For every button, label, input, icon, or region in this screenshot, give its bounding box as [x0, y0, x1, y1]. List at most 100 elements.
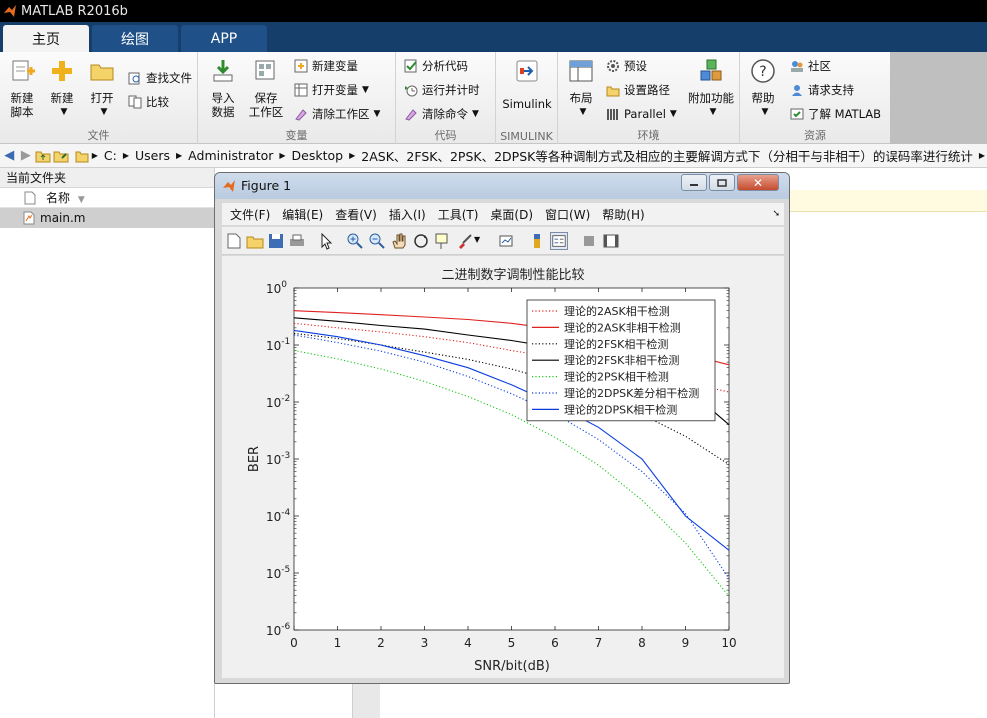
close-button[interactable]: ✕ — [737, 174, 779, 191]
parallel-dropdown-icon[interactable]: ▼ — [670, 109, 677, 119]
breadcrumb-current-folder[interactable]: 2ASK、2FSK、2PSK、2DPSK等各种调制方式及相应的主要解调方式下（分… — [361, 146, 973, 165]
request-support-label: 请求支持 — [808, 83, 854, 97]
find-files-label: 查找文件 — [146, 71, 192, 85]
open-button[interactable]: 打开 ▼ — [86, 58, 118, 119]
menu-tools[interactable]: 工具(T) — [438, 206, 479, 223]
open-variable-icon — [294, 83, 308, 97]
forward-arrow-icon[interactable]: ▶ — [19, 147, 34, 165]
x-tick-label: 10 — [721, 636, 736, 650]
brush-icon[interactable] — [456, 232, 474, 250]
parallel-icon — [607, 109, 618, 120]
clear-commands-dropdown-icon[interactable]: ▼ — [472, 109, 479, 119]
menu-view[interactable]: 查看(V) — [335, 206, 377, 223]
x-tick-label: 9 — [682, 636, 690, 650]
import-data-button[interactable]: 导入 数据 — [206, 58, 240, 119]
clear-commands-button[interactable]: 清除命令 ▼ — [404, 104, 479, 124]
layout-button[interactable]: 布局 ▼ — [566, 58, 596, 119]
show-plot-tools-icon[interactable] — [602, 232, 620, 250]
analyze-code-label: 分析代码 — [422, 59, 468, 73]
clear-workspace-dropdown-icon[interactable]: ▼ — [374, 109, 381, 119]
menu-file[interactable]: 文件(F) — [230, 206, 270, 223]
app-title: MATLAB R2016b — [21, 3, 128, 19]
file-list-item[interactable]: main.m — [0, 208, 214, 228]
parallel-button[interactable]: Parallel ▼ — [606, 104, 677, 124]
ribbon: 新建 脚本 新建 ▼ 打开 ▼ 查找文件 比较 文件 导入 数据 保存 工作区 … — [0, 52, 890, 144]
compare-label: 比较 — [146, 95, 169, 109]
figure-title-bar[interactable]: Figure 1 ✕ — [215, 173, 789, 199]
add-ons-button[interactable]: 附加功能 ▼ — [686, 58, 736, 119]
add-ons-dropdown-icon: ▼ — [709, 107, 717, 117]
tab-plots[interactable]: 绘图 — [92, 25, 178, 52]
parallel-label: Parallel — [624, 107, 666, 121]
community-button[interactable]: 社区 — [790, 56, 831, 76]
new-button[interactable]: 新建 ▼ — [46, 58, 78, 119]
learn-matlab-button[interactable]: 了解 MATLAB — [790, 104, 881, 124]
menu-insert[interactable]: 插入(I) — [389, 206, 426, 223]
zoom-out-icon[interactable] — [368, 232, 386, 250]
y-tick-label: 10-1 — [266, 337, 290, 353]
open-file-icon[interactable] — [246, 232, 264, 250]
colorbar-icon[interactable] — [528, 232, 546, 250]
breadcrumb-users[interactable]: Users — [135, 148, 170, 163]
new-variable-label: 新建变量 — [312, 59, 358, 73]
name-column-header[interactable]: 名称 ▼ — [0, 188, 214, 208]
breadcrumb-drive[interactable]: C: — [104, 148, 117, 163]
figure-canvas: 二进制数字调制性能比较 0 1 2 3 4 5 6 7 8 9 10 100 10-1 10-2 10-3… — [222, 256, 784, 678]
figure-toolbar: ▼ — [222, 227, 784, 255]
zoom-in-icon[interactable] — [346, 232, 364, 250]
browse-folder-icon[interactable] — [53, 147, 69, 165]
breadcrumb-administrator[interactable]: Administrator — [188, 148, 273, 163]
open-variable-button[interactable]: 打开变量 ▼ — [294, 80, 369, 100]
set-path-button[interactable]: 设置路径 — [606, 80, 670, 100]
new-figure-icon[interactable] — [225, 232, 243, 250]
y-tick-label: 10-4 — [266, 508, 291, 524]
link-plot-icon[interactable] — [498, 232, 516, 250]
back-arrow-icon[interactable]: ◀ — [2, 147, 17, 165]
save-workspace-button[interactable]: 保存 工作区 — [246, 58, 286, 119]
menu-edit[interactable]: 编辑(E) — [282, 206, 323, 223]
pointer-icon[interactable] — [317, 232, 335, 250]
crumb-separator-icon: ▶ — [176, 151, 183, 160]
data-cursor-icon[interactable] — [434, 232, 452, 250]
request-support-button[interactable]: 请求支持 — [790, 80, 854, 100]
menu-window[interactable]: 窗口(W) — [545, 206, 590, 223]
simulink-icon — [516, 60, 538, 82]
minimize-button[interactable] — [681, 174, 707, 191]
tab-home[interactable]: 主页 — [3, 25, 89, 52]
x-tick-label: 3 — [421, 636, 429, 650]
new-variable-button[interactable]: 新建变量 — [294, 56, 358, 76]
brush-dropdown-icon[interactable]: ▼ — [474, 235, 480, 244]
root-folder-icon[interactable] — [75, 147, 90, 165]
matlab-logo-icon — [4, 5, 16, 17]
preferences-button[interactable]: 预设 — [606, 56, 647, 76]
menu-help[interactable]: 帮助(H) — [602, 206, 644, 223]
figure-window: Figure 1 ✕ 文件(F) 编辑(E) 查看(V) 插入(I) 工具(T)… — [214, 172, 790, 684]
menu-desktop[interactable]: 桌面(D) — [490, 206, 533, 223]
figure-matlab-icon — [223, 180, 235, 192]
legend-entry: 理论的2ASK非相干检测 — [564, 320, 681, 334]
analyze-code-button[interactable]: 分析代码 — [404, 56, 468, 76]
legend-entry: 理论的2FSK相干检测 — [564, 337, 668, 351]
legend-icon[interactable] — [550, 232, 568, 250]
clear-workspace-button[interactable]: 清除工作区 ▼ — [294, 104, 380, 124]
up-folder-icon[interactable] — [35, 147, 51, 165]
open-variable-dropdown-icon[interactable]: ▼ — [362, 85, 369, 95]
rotate-3d-icon[interactable] — [412, 232, 430, 250]
run-and-time-button[interactable]: 运行并计时 — [404, 80, 480, 100]
legend-entry: 理论的2DPSK差分相干检测 — [564, 386, 699, 400]
layout-icon — [569, 60, 593, 82]
open-variable-label: 打开变量 — [312, 83, 358, 97]
print-icon[interactable] — [288, 232, 306, 250]
compare-button[interactable]: 比较 — [128, 92, 169, 112]
maximize-button[interactable] — [709, 174, 735, 191]
tab-apps[interactable]: APP — [181, 25, 267, 52]
breadcrumb-desktop[interactable]: Desktop — [292, 148, 344, 163]
pan-hand-icon[interactable] — [390, 232, 408, 250]
hide-plot-tools-icon[interactable] — [580, 232, 598, 250]
menu-dock-arrow-icon[interactable]: ➘ — [772, 209, 780, 219]
simulink-button[interactable]: Simulink — [500, 58, 554, 111]
find-files-button[interactable]: 查找文件 — [128, 68, 192, 88]
save-icon[interactable] — [267, 232, 285, 250]
new-script-button[interactable]: 新建 脚本 — [6, 58, 38, 119]
help-button[interactable]: ? 帮助 ▼ — [748, 58, 778, 119]
